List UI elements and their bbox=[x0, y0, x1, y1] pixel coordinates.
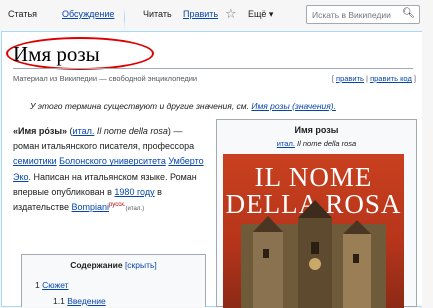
toc-item-link[interactable]: Сюжет bbox=[42, 280, 68, 290]
tab-divider bbox=[124, 7, 125, 29]
search-icon[interactable]: 🔍︎ bbox=[402, 8, 415, 19]
site-tagline: Материал из Википедии — свободной энцикл… bbox=[13, 74, 198, 83]
tab-edit[interactable]: Править bbox=[183, 9, 218, 19]
infobox: Имя розы итал. Il nome della rosa IL NOM… bbox=[216, 119, 417, 308]
table-of-contents: Содержание [скрыть] 1 Сюжет 1.1 Введение bbox=[21, 254, 206, 307]
edit-links: [ править | править код ] bbox=[331, 74, 416, 83]
more-menu[interactable]: Ещё ▾ bbox=[248, 9, 273, 20]
year-link[interactable]: 1980 году bbox=[114, 187, 154, 197]
hatnote: У этого термина существуют и другие знач… bbox=[30, 101, 336, 111]
infobox-subtitle: итал. Il nome della rosa bbox=[217, 139, 416, 148]
rus-superscript[interactable]: русск. bbox=[109, 202, 126, 208]
toc-item[interactable]: 1.1 Введение bbox=[53, 296, 106, 306]
semiotics-link[interactable]: семиотики bbox=[13, 156, 57, 166]
title-divider bbox=[13, 68, 413, 69]
toc-heading: Содержание [скрыть] bbox=[22, 260, 205, 270]
infobox-lang-link[interactable]: итал. bbox=[277, 139, 295, 148]
lang-link[interactable]: итал. bbox=[73, 126, 95, 136]
hatnote-text: У этого термина существуют и другие знач… bbox=[30, 101, 249, 111]
page-title: Имя розы bbox=[13, 42, 100, 66]
original-title: Il nome della rosa bbox=[96, 126, 168, 136]
toc-item[interactable]: 1 Сюжет bbox=[35, 280, 69, 290]
infobox-original-title: Il nome della rosa bbox=[297, 139, 357, 148]
toc-hide-link[interactable]: [скрыть] bbox=[125, 260, 157, 270]
ital-note: (итал.) bbox=[125, 206, 145, 213]
tab-talk[interactable]: Обсуждение bbox=[62, 9, 114, 19]
search-input[interactable]: Искать в Википедии 🔍︎ bbox=[306, 5, 420, 24]
toc-item-number: 1 bbox=[35, 280, 40, 290]
book-cover-image[interactable]: IL NOME DELLA ROSA bbox=[223, 154, 404, 308]
university-link[interactable]: Болонского университета bbox=[59, 156, 166, 166]
lead-paragraph: «Имя ро́зы» (итал. Il nome della rosa) —… bbox=[13, 126, 204, 213]
tab-read[interactable]: Читать bbox=[143, 9, 172, 19]
edit-code-link[interactable]: править код bbox=[370, 74, 412, 83]
tab-article[interactable]: Статья bbox=[8, 9, 37, 19]
toc-item-number: 1.1 bbox=[53, 296, 65, 306]
toc-title: Содержание bbox=[70, 260, 123, 270]
search-placeholder: Искать в Википедии bbox=[312, 10, 391, 20]
watch-star-icon[interactable]: ☆ bbox=[225, 6, 237, 22]
edit-link[interactable]: править bbox=[336, 74, 364, 83]
lead-text-2: . Написан на итальянском языке. Роман вп… bbox=[13, 171, 197, 197]
infobox-title: Имя розы bbox=[294, 125, 339, 135]
page-tabs: Статья Обсуждение Читать Править ☆ Ещё ▾… bbox=[0, 0, 433, 32]
lead-bold-title: «Имя ро́зы» bbox=[13, 126, 68, 136]
hatnote-link[interactable]: Имя розы (значения). bbox=[251, 101, 336, 111]
publisher-link[interactable]: Bompiani bbox=[72, 202, 110, 212]
toc-item-link[interactable]: Введение bbox=[67, 296, 106, 306]
cover-illustration bbox=[241, 200, 386, 308]
